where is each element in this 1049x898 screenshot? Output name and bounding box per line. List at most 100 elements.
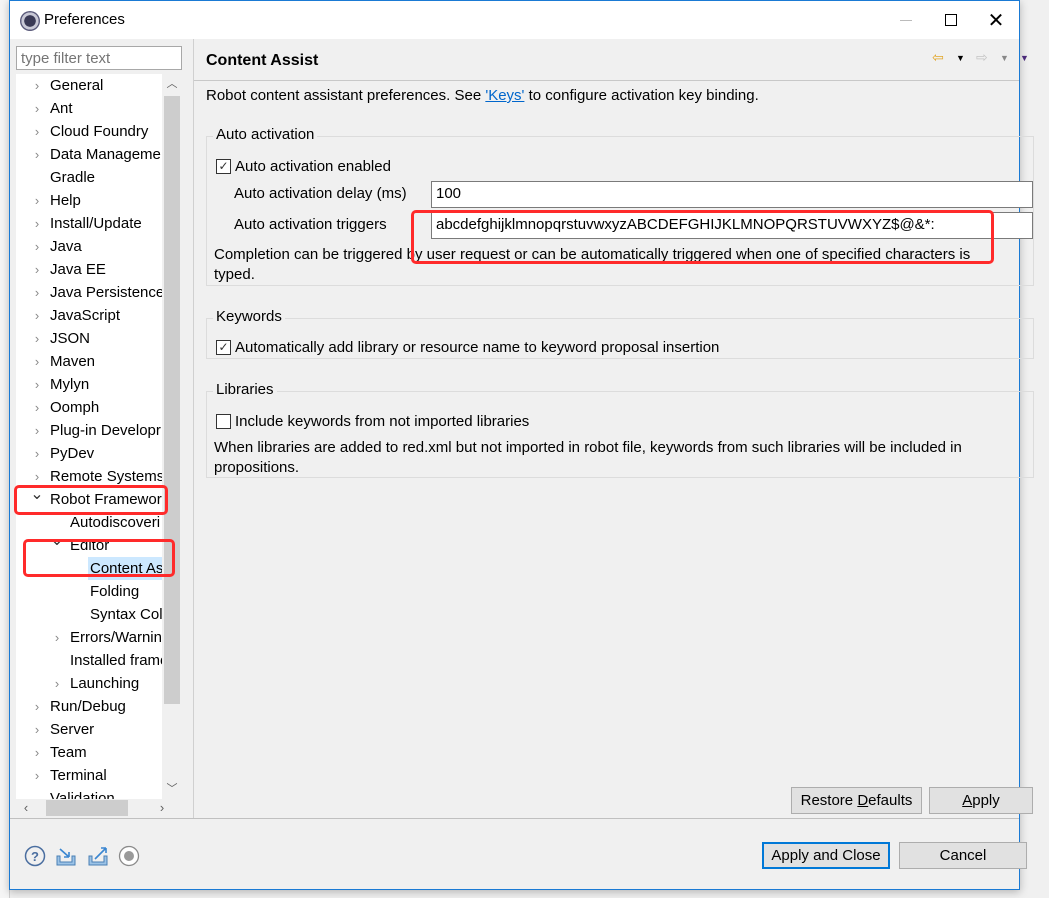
scroll-up-icon[interactable]: ︿ [162,74,182,94]
tree-item[interactable]: Gradle [16,166,162,189]
tree-item[interactable]: › Java EE [16,258,162,281]
tree-item[interactable]: › Launching [16,672,162,695]
tree-vertical-scroll-thumb[interactable] [164,96,180,704]
forward-history-dropdown-icon[interactable]: ▼ [1000,53,1009,69]
tree-item-label: Gradle [50,169,96,186]
tree-item[interactable]: › Help [16,189,162,212]
maximize-button[interactable] [928,1,974,39]
tree-item[interactable]: Syntax Colo [16,603,162,626]
delay-input[interactable]: 100 [431,181,1033,208]
filter-input[interactable] [16,46,182,70]
import-icon [56,848,76,866]
chevron-right-icon[interactable]: › [30,764,44,787]
tree-item-label: Folding [90,583,140,600]
tree-item[interactable]: Content As [16,557,162,580]
tree-item[interactable]: › Terminal [16,764,162,787]
help-button[interactable]: ? [24,845,46,867]
chevron-right-icon[interactable]: › [50,672,64,695]
keys-link[interactable]: 'Keys' [485,87,524,104]
chevron-right-icon[interactable]: › [30,258,44,281]
tree-item[interactable]: › Java [16,235,162,258]
tree-item[interactable]: › Maven [16,350,162,373]
chevron-down-icon[interactable]: ⌄ [50,534,64,552]
apply-button[interactable]: Apply [929,787,1033,814]
pane-divider[interactable] [193,39,194,819]
view-menu-icon[interactable]: ▼ [1020,53,1029,69]
export-button[interactable] [87,845,109,867]
triggers-input[interactable]: abcdefghijklmnopqrstuvwxyzABCDEFGHIJKLMN… [431,212,1033,239]
tree-item-label: Installed frame [70,652,162,669]
include-keywords-checkbox[interactable]: Include keywords from not imported libra… [216,413,529,430]
chevron-right-icon[interactable]: › [30,695,44,718]
chevron-down-icon[interactable]: ⌄ [30,488,44,506]
tree-item[interactable]: › Server [16,718,162,741]
scroll-down-icon[interactable]: ﹀ [162,779,182,799]
tree-item[interactable]: › Errors/Warnin [16,626,162,649]
tree-item[interactable]: › Plug-in Developr [16,419,162,442]
chevron-right-icon[interactable]: › [30,350,44,373]
chevron-right-icon[interactable]: › [30,304,44,327]
checkbox-label: Include keywords from not imported libra… [235,413,530,430]
chevron-right-icon[interactable]: › [30,212,44,235]
window-title: Preferences [44,11,125,28]
tree-item[interactable]: › General [16,74,162,97]
record-button[interactable] [118,845,140,867]
chevron-right-icon[interactable]: › [30,189,44,212]
tree-item[interactable]: ⌄ Editor [16,534,162,557]
auto-activation-enabled-checkbox[interactable]: ✓ Auto activation enabled [216,158,391,175]
eclipse-app-icon [20,11,40,31]
tree-item[interactable]: › Install/Update [16,212,162,235]
chevron-right-icon[interactable]: › [30,235,44,258]
chevron-right-icon[interactable]: › [30,97,44,120]
tree-item-label: Terminal [50,767,107,784]
tree-item[interactable]: › Team [16,741,162,764]
chevron-right-icon[interactable]: › [30,419,44,442]
group-title: Auto activation [213,126,318,143]
description-text-end: to configure activation key binding. [524,87,759,104]
import-button[interactable] [55,845,77,867]
chevron-right-icon[interactable]: › [30,465,44,488]
restore-defaults-button[interactable]: Restore Defaults [791,787,922,814]
scroll-right-icon[interactable]: › [154,799,170,817]
apply-and-close-button[interactable]: Apply and Close [762,842,890,869]
tree-item[interactable]: Folding [16,580,162,603]
tree-item[interactable]: › JavaScript [16,304,162,327]
chevron-right-icon[interactable]: › [30,718,44,741]
tree-item[interactable]: › Mylyn [16,373,162,396]
auto-add-library-checkbox[interactable]: ✓ Automatically add library or resource … [216,339,719,356]
chevron-right-icon[interactable]: › [30,373,44,396]
tree-horizontal-scroll-thumb[interactable] [46,800,128,816]
tree-item[interactable]: Autodiscoveri [16,511,162,534]
chevron-right-icon[interactable]: › [30,143,44,166]
tree-item[interactable]: › Remote Systems [16,465,162,488]
tree-item[interactable]: › PyDev [16,442,162,465]
tree-item[interactable]: ⌄ Robot Framewor [16,488,162,511]
tree-item[interactable]: › JSON [16,327,162,350]
close-button[interactable]: ✕ [973,1,1019,39]
chevron-right-icon[interactable]: › [30,74,44,97]
tree-item[interactable]: › Data Manageme [16,143,162,166]
back-arrow-icon[interactable]: ⇦ [932,49,944,65]
forward-arrow-icon[interactable]: ⇨ [976,49,988,65]
tree-horizontal-scrollbar[interactable]: ‹ › [16,799,182,817]
chevron-right-icon[interactable]: › [30,442,44,465]
tree-item[interactable]: › Ant [16,97,162,120]
chevron-right-icon[interactable]: › [30,396,44,419]
tree-vertical-scrollbar[interactable]: ︿ ﹀ [162,74,182,799]
tree-item[interactable]: › Java Persistence [16,281,162,304]
tree-item-label: Server [50,721,95,738]
minimize-button[interactable] [883,1,929,39]
chevron-right-icon[interactable]: › [30,120,44,143]
tree-item[interactable]: Installed frame [16,649,162,672]
scroll-left-icon[interactable]: ‹ [18,799,34,817]
chevron-right-icon[interactable]: › [30,327,44,350]
tree-item[interactable]: › Cloud Foundry [16,120,162,143]
cancel-button[interactable]: Cancel [899,842,1027,869]
tree-item[interactable]: › Run/Debug [16,695,162,718]
back-history-dropdown-icon[interactable]: ▼ [956,53,965,69]
chevron-right-icon[interactable]: › [30,741,44,764]
delay-label: Auto activation delay (ms) [234,185,407,202]
tree-item[interactable]: › Oomph [16,396,162,419]
chevron-right-icon[interactable]: › [50,626,64,649]
chevron-right-icon[interactable]: › [30,281,44,304]
